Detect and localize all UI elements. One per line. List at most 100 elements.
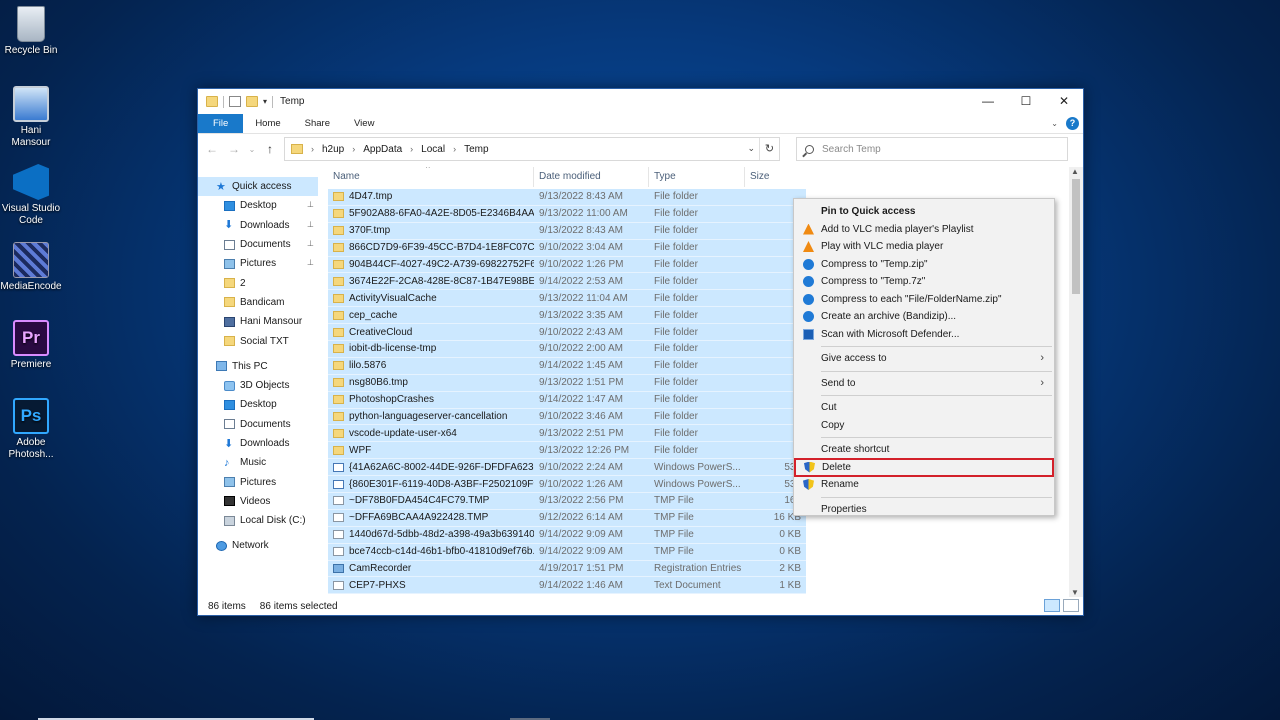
file-row[interactable]: lilo.5876 9/14/2022 1:45 AM File folder — [328, 357, 806, 375]
file-row[interactable]: ~DFFA69BCAA4A922428.TMP 9/12/2022 6:14 AM… — [328, 509, 806, 527]
nav-item[interactable]: Desktop ⊥ — [198, 196, 318, 215]
nav-item[interactable]: Documents ⊥ — [198, 235, 318, 254]
back-arrow-icon[interactable]: ← — [204, 142, 220, 156]
file-row[interactable]: 4D47.tmp 9/13/2022 8:43 AM File folder — [328, 189, 806, 206]
column-type[interactable]: Type — [649, 167, 745, 187]
menu-item-rename[interactable]: Rename — [794, 476, 1054, 494]
scroll-down-icon[interactable]: ▼ — [1071, 588, 1079, 597]
breadcrumb-temp[interactable]: Temp — [464, 144, 488, 155]
details-view-icon[interactable] — [1044, 599, 1060, 612]
search-box[interactable]: Search Temp — [796, 137, 1068, 161]
tab-home[interactable]: Home — [243, 114, 292, 133]
scrollbar-thumb[interactable] — [1072, 179, 1080, 294]
column-name[interactable]: Name — [328, 167, 534, 187]
expand-ribbon-icon[interactable]: ⌄ — [1051, 119, 1058, 128]
nav-item[interactable]: Documents — [198, 415, 318, 434]
breadcrumb-h2up[interactable]: h2up — [322, 144, 344, 155]
nav-item[interactable]: Social TXT — [198, 331, 318, 350]
file-row[interactable]: CamRecorder 4/19/2017 1:51 PM Registration… — [328, 560, 806, 578]
help-icon[interactable]: ? — [1066, 117, 1079, 130]
file-row[interactable]: CreativeCloud 9/10/2022 2:43 AM File folde… — [328, 324, 806, 342]
refresh-icon[interactable]: ↻ — [759, 138, 779, 160]
properties-quick-icon[interactable] — [229, 96, 241, 107]
nav-item[interactable]: Videos — [198, 492, 318, 511]
chevron-right-icon[interactable]: › — [352, 144, 355, 154]
maximize-button[interactable]: ☐ — [1007, 89, 1045, 114]
nav-item[interactable]: This PC — [198, 357, 318, 376]
breadcrumb-local[interactable]: Local — [421, 144, 445, 155]
file-row[interactable]: 5F902A88-6FA0-4A2E-8D05-E2346B4AA51F 9/13… — [328, 205, 806, 223]
menu-item-compress-to-each-file-foldername-zip[interactable]: Compress to each "File/FolderName.zip" — [794, 291, 1054, 309]
chevron-down-icon[interactable]: ⌄ — [747, 143, 755, 154]
recent-locations-icon[interactable]: ⌄ — [248, 145, 256, 154]
chevron-right-icon[interactable]: › — [311, 144, 314, 154]
tab-share[interactable]: Share — [293, 114, 342, 133]
large-icons-view-icon[interactable] — [1063, 599, 1079, 612]
menu-item-play-with-vlc-media-player[interactable]: Play with VLC media player — [794, 238, 1054, 256]
nav-item[interactable]: Pictures ⊥ — [198, 254, 318, 273]
nav-item[interactable]: Local Disk (C:) — [198, 511, 318, 530]
file-row[interactable]: nsg80B6.tmp 9/13/2022 1:51 PM File folder — [328, 374, 806, 392]
menu-item-scan-with-microsoft-defender[interactable]: Scan with Microsoft Defender... — [794, 326, 1054, 344]
file-row[interactable]: python-languageserver-cancellation 9/10/2… — [328, 408, 806, 426]
nav-item[interactable]: Bandicam — [198, 293, 318, 312]
forward-arrow-icon[interactable]: → — [226, 142, 242, 156]
nav-item[interactable]: ⬇ Downloads ⊥ — [198, 216, 318, 235]
desktop-shortcut[interactable]: MediaEncode — [0, 242, 62, 293]
file-row[interactable]: cep_cache 9/13/2022 3:35 AM File folder — [328, 307, 806, 325]
chevron-right-icon[interactable]: › — [410, 144, 413, 154]
file-row[interactable]: {860E301F-6119-40D8-A3BF-F2502109F918} 9/… — [328, 476, 806, 494]
nav-item[interactable]: Desktop — [198, 395, 318, 414]
menu-item-add-to-vlc-media-player-s-playlist[interactable]: Add to VLC media player's Playlist — [794, 221, 1054, 239]
nav-item[interactable]: 3D Objects — [198, 376, 318, 395]
new-folder-quick-icon[interactable] — [246, 96, 258, 107]
tab-file[interactable]: File — [198, 114, 244, 133]
desktop-shortcut[interactable]: Hani Mansour — [0, 86, 62, 149]
address-bar[interactable]: › h2up › AppData › Local › Temp ⌄ ↻ — [284, 137, 780, 161]
close-button[interactable]: ✕ — [1045, 89, 1083, 114]
file-row[interactable]: WPF 9/13/2022 12:26 PM File folder — [328, 442, 806, 460]
minimize-button[interactable]: — — [969, 89, 1007, 114]
file-row[interactable]: 866CD7D9-6F39-45CC-B7D4-1E8FC07C58... 9/1… — [328, 239, 806, 257]
desktop-shortcut[interactable]: Visual Studio Code — [0, 164, 62, 227]
file-row[interactable]: ActivityVisualCache 9/13/2022 11:04 AM Fil… — [328, 290, 806, 308]
breadcrumb-appdata[interactable]: AppData — [363, 144, 402, 155]
menu-item-create-shortcut[interactable]: Create shortcut — [794, 441, 1054, 459]
file-row[interactable]: CEP7-PHXS 9/14/2022 1:46 AM Text Document 1… — [328, 577, 806, 595]
file-row[interactable]: 1440d67d-5dbb-48d2-a398-49a3b639140... 9/… — [328, 526, 806, 544]
file-row[interactable]: ~DF78B0FDA454C4FC79.TMP 9/13/2022 2:56 PM… — [328, 493, 806, 510]
nav-item[interactable]: Network — [198, 536, 318, 555]
desktop-shortcut[interactable]: Pr Premiere — [0, 320, 62, 371]
menu-item-delete[interactable]: Delete — [794, 457, 1054, 477]
file-row[interactable]: PhotoshopCrashes 9/14/2022 1:47 AM File fo… — [328, 391, 806, 409]
file-row[interactable]: vscode-update-user-x64 9/13/2022 2:51 PM F… — [328, 425, 806, 443]
file-row[interactable]: 3674E22F-2CA8-428E-8C87-1B47E98BEA66 9/14… — [328, 273, 806, 291]
vertical-scrollbar[interactable]: ▲ ▼ — [1069, 167, 1083, 597]
file-row[interactable]: iobit-db-license-tmp 9/10/2022 2:00 AM Fil… — [328, 341, 806, 358]
desktop-shortcut[interactable]: Recycle Bin — [0, 6, 62, 57]
menu-item-send-to[interactable]: Send to › — [794, 375, 1054, 393]
desktop-shortcut[interactable]: Ps Adobe Photosh... — [0, 398, 62, 461]
menu-item-copy[interactable]: Copy — [794, 417, 1054, 435]
file-row[interactable]: 904B44CF-4027-49C2-A739-69822752F650 9/10… — [328, 256, 806, 274]
file-row[interactable]: {41A62A6C-8002-44DE-926F-DFDFA623C... 9/1… — [328, 459, 806, 477]
customize-quick-access-icon[interactable]: ▾ — [263, 97, 267, 106]
nav-item[interactable]: Hani Mansour — [198, 312, 318, 331]
scroll-up-icon[interactable]: ▲ — [1071, 167, 1079, 176]
up-arrow-icon[interactable]: ↑ — [262, 142, 278, 156]
menu-item-create-an-archive-bandizip[interactable]: Create an archive (Bandizip)... — [794, 308, 1054, 326]
file-row[interactable]: 370F.tmp 9/13/2022 8:43 AM File folder — [328, 222, 806, 240]
column-size[interactable]: Size — [745, 167, 805, 187]
column-date-modified[interactable]: Date modified — [534, 167, 649, 187]
menu-item-pin-to-quick-access[interactable]: Pin to Quick access — [794, 203, 1054, 221]
menu-item-compress-to-temp-zip[interactable]: Compress to "Temp.zip" — [794, 256, 1054, 274]
menu-item-properties[interactable]: Properties — [794, 501, 1054, 519]
nav-item[interactable]: ⬇ Downloads — [198, 434, 318, 453]
nav-item[interactable]: ★ Quick access — [198, 177, 318, 197]
tab-view[interactable]: View — [342, 114, 386, 133]
menu-item-give-access-to[interactable]: Give access to › — [794, 350, 1054, 368]
nav-item[interactable]: Pictures — [198, 472, 318, 491]
file-row[interactable]: bce74ccb-c14d-46b1-bfb0-41810d9ef76b... 9… — [328, 543, 806, 561]
nav-item[interactable]: ♪ Music — [198, 453, 318, 472]
chevron-right-icon[interactable]: › — [453, 144, 456, 154]
